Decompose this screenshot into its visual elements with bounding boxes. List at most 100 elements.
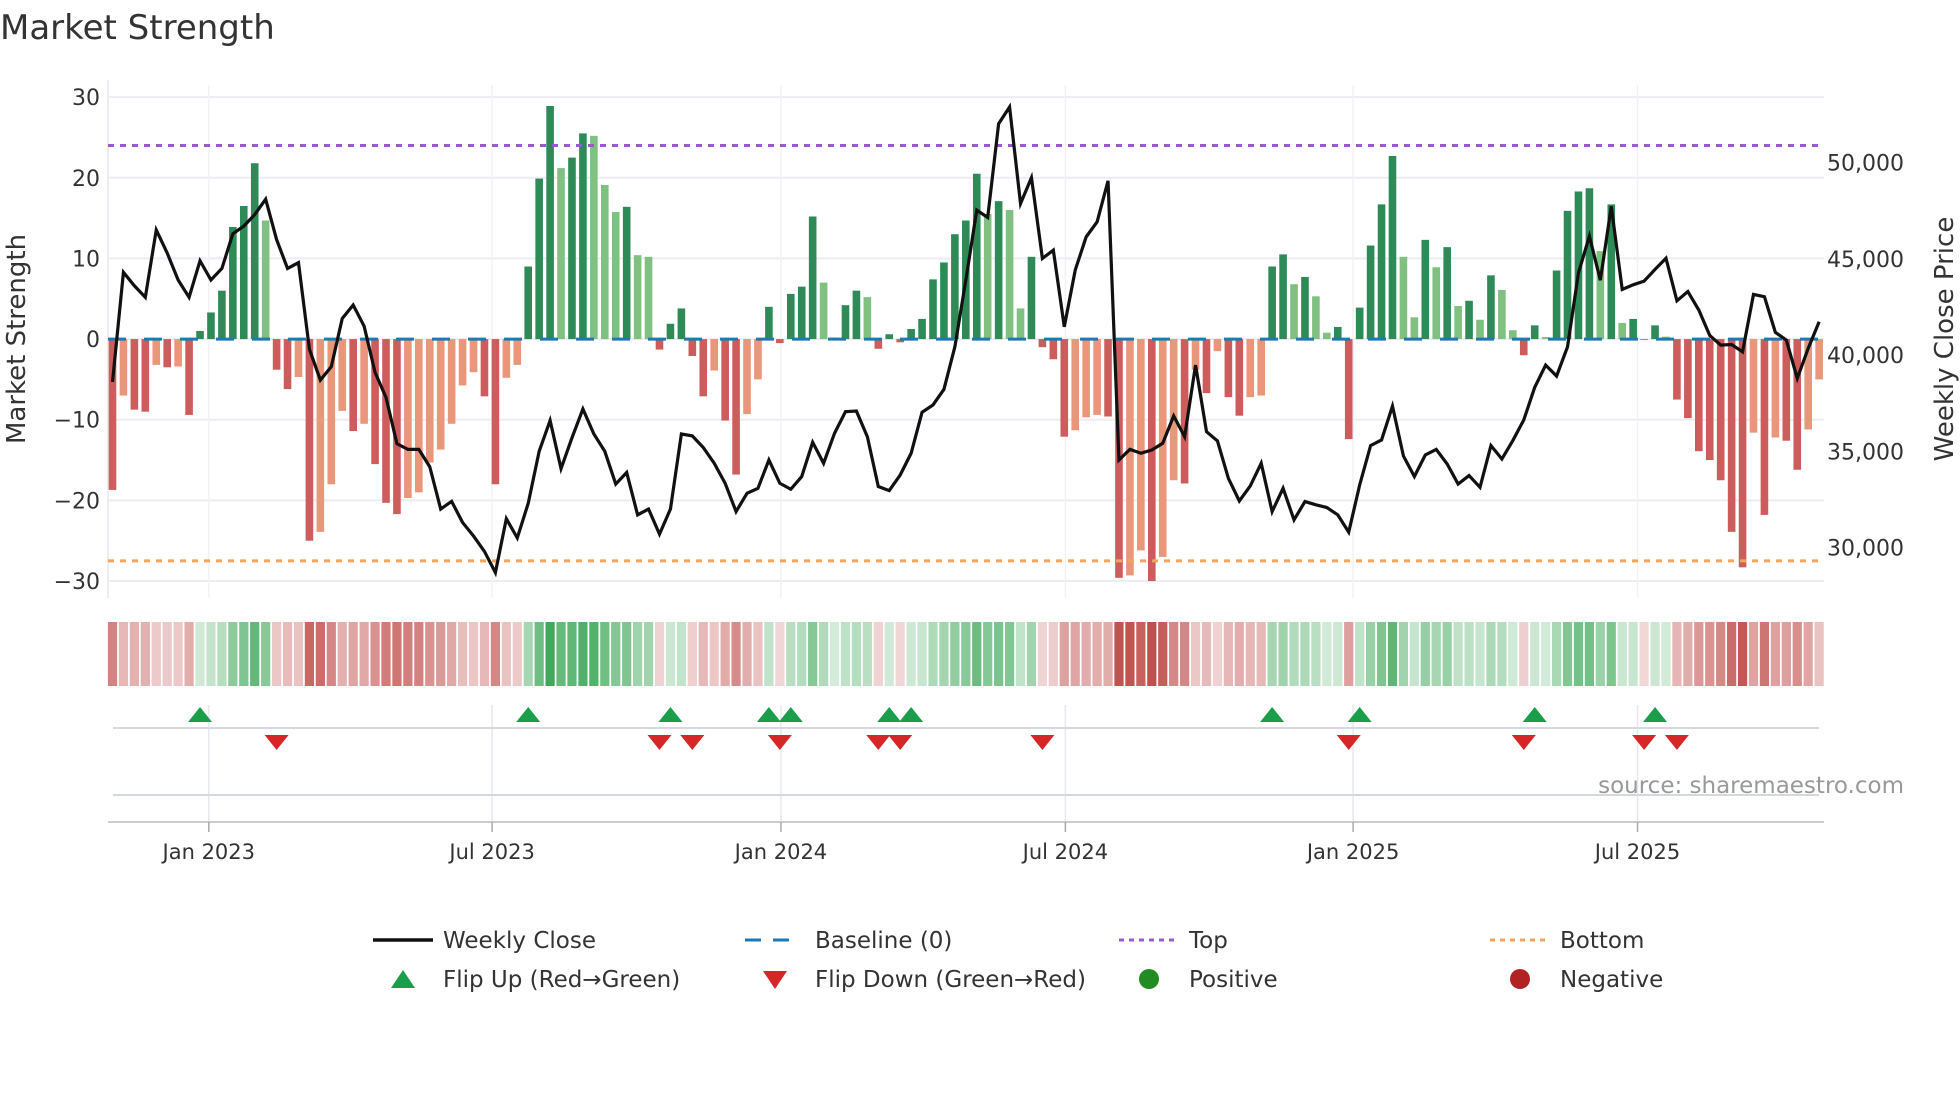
strength-bar [305,339,314,541]
strength-bar [633,255,642,340]
strength-bar [458,339,467,386]
strip-cell [436,622,446,686]
strip-cell [720,622,730,686]
strip-cell [1573,622,1584,686]
strip-cell [512,622,522,686]
strength-bar [1071,339,1080,431]
strength-bar [1388,155,1397,340]
strip-cell [1781,622,1791,686]
strength-bar [1224,339,1233,398]
strength-bar [1268,266,1276,340]
strength-bar [819,282,828,340]
strength-bar [524,266,533,340]
strip-cell [195,622,205,686]
strip-cell [228,622,238,686]
strength-bar [1421,239,1430,340]
strength-bar [644,256,653,340]
x-tick-label: Jan 2025 [1305,840,1400,864]
strength-bar [1377,204,1386,340]
strip-cell [1617,622,1627,686]
strip-cell [1037,622,1047,686]
strip-cell [118,622,129,686]
flip-markers [113,707,1819,796]
strength-bar [130,339,139,410]
flip-down-marker [866,735,891,750]
x-tick-label: Jul 2024 [1021,840,1108,864]
y-tick-label: −20 [54,489,100,514]
strip-cell [895,622,905,686]
strength-bar [425,339,434,463]
strip-cell [1562,622,1573,686]
y2-tick-label: 50,000 [1827,152,1904,177]
flip-down-marker [264,735,289,750]
strip-cell [676,622,686,686]
strip-cell [272,622,282,686]
strength-bar [1104,339,1112,417]
strip-cell [1158,622,1168,686]
strip-cell [654,622,665,686]
strip-cell [1694,622,1704,686]
strip-cell [1486,622,1496,686]
strip-cell [829,622,840,686]
triangle-up-icon [391,970,415,988]
strength-bar [754,339,762,380]
strip-cell [1530,622,1540,686]
strength-bar [535,178,543,340]
strip-cell [1201,622,1212,686]
strength-bar [1355,307,1364,340]
strength-bar [1344,339,1353,440]
strip-cell [1497,622,1507,686]
strip-cell [1759,622,1770,686]
strength-bar [338,339,347,411]
strip-cell [1606,622,1616,686]
strip-cell [1803,622,1813,686]
strength-bar [1465,300,1473,340]
legend-item: Baseline (0) [745,928,952,954]
strength-bar [786,293,795,340]
flip-up-marker [899,707,924,722]
strip-cell [1256,622,1266,686]
flip-down-marker [680,735,705,750]
strip-cell [1180,622,1190,686]
strip-cell [928,622,938,686]
strength-bar [1301,276,1309,340]
strip-cell [1103,622,1113,686]
flip-down-marker [767,735,792,750]
strength-bar [1454,306,1462,340]
flip-down-marker [1030,735,1055,750]
strip-cell [775,622,785,686]
strength-bar [1257,339,1265,396]
strip-cell [709,622,719,686]
flip-up-marker [658,707,683,722]
strength-heat-strip [107,622,1824,686]
strip-cell [206,622,216,686]
strip-cell [501,622,511,686]
flip-down-marker [1336,735,1361,750]
strength-bar [557,168,565,340]
y2-axis-title: Weekly Close Price [1930,217,1960,462]
strip-cell [1344,622,1354,686]
strip-cell [1595,622,1605,686]
strip-cell [1584,622,1594,686]
strip-cell [1748,622,1759,686]
y-tick-label: −10 [54,409,100,434]
strength-bar [1771,339,1780,438]
strength-bar [1695,339,1703,452]
legend-label: Top [1188,928,1228,954]
strength-bar [841,305,850,340]
legend-item: Bottom [1490,928,1644,954]
strip-cell [1814,622,1824,686]
strip-cell [140,622,150,686]
strip-cell [687,622,697,686]
strength-bar [294,339,303,377]
strip-cell [643,622,654,686]
strength-bar [1027,256,1036,340]
flip-up-marker [1643,707,1668,722]
legend-item: Positive [1139,967,1278,993]
y2-tick-label: 35,000 [1827,440,1904,465]
triangle-down-icon [763,971,787,989]
strip-cell [1322,622,1332,686]
strip-cell [851,622,862,686]
strip-cell [1004,622,1015,686]
strength-bar [797,286,806,340]
